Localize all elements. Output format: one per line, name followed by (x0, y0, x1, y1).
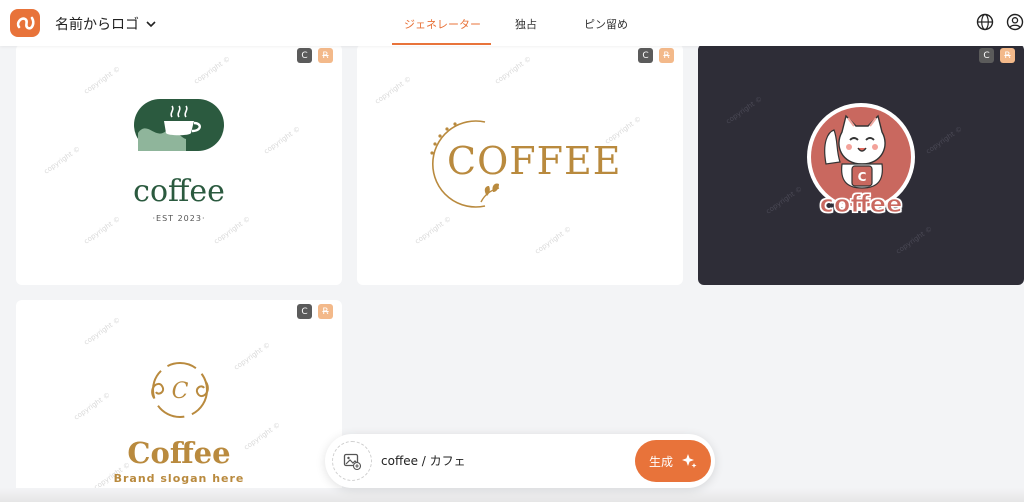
svg-text:copyright ©: copyright © (263, 125, 302, 156)
cat-cup-letter: C (858, 170, 867, 184)
logo-card-4[interactable]: copyright © copyright © copyright © copy… (16, 300, 342, 502)
sparkle-icon (682, 454, 697, 468)
badge-r[interactable]: R (318, 304, 333, 319)
image-upload-button[interactable] (332, 441, 372, 481)
svg-text:copyright ©: copyright © (925, 125, 964, 156)
logo-word: COFFEE (447, 139, 622, 183)
badge-c[interactable]: C (297, 48, 312, 63)
logo-word: coffee (819, 190, 903, 219)
account-icon[interactable] (1006, 13, 1024, 31)
svg-text:copyright ©: copyright © (725, 95, 764, 126)
logo-subtext: ·EST 2023· (152, 214, 206, 223)
svg-text:copyright ©: copyright © (895, 225, 934, 256)
logo-slogan: Brand slogan here (113, 472, 245, 485)
swirl-emblem-icon: C (151, 362, 209, 418)
prompt-bar: 生成 (325, 434, 715, 488)
svg-text:copyright ©: copyright © (73, 391, 112, 422)
swirl-letter: C (172, 379, 189, 404)
logo-word: coffee (133, 174, 225, 209)
coffee-cup-emblem-icon (134, 99, 224, 151)
globe-icon[interactable] (976, 13, 994, 31)
generate-label: 生成 (648, 454, 673, 469)
svg-text:copyright ©: copyright © (414, 215, 453, 246)
badge-c[interactable]: C (297, 304, 312, 319)
tab-generator[interactable]: ジェネレーター (404, 16, 481, 32)
badge-c[interactable]: C (979, 48, 994, 63)
svg-text:copyright ©: copyright © (494, 55, 533, 86)
logo-card-2[interactable]: copyright © copyright © copyright © copy… (357, 44, 683, 285)
badge-r[interactable]: R (318, 48, 333, 63)
bottom-fade (0, 488, 1024, 502)
svg-text:copyright ©: copyright © (83, 316, 122, 347)
prompt-input[interactable] (381, 453, 621, 467)
svg-text:copyright ©: copyright © (193, 55, 232, 86)
active-tab-indicator (392, 43, 491, 45)
image-add-icon (343, 453, 361, 470)
badge-r[interactable]: R (659, 48, 674, 63)
tab-pinned[interactable]: ピン留め (584, 16, 628, 32)
watermark-pattern: copyright © copyright © copyright © copy… (43, 55, 302, 246)
logo-word: Coffee (127, 436, 231, 470)
top-bar: 名前からロゴ ジェネレーター 独占 ピン留め (0, 0, 1024, 46)
chevron-down-icon (146, 21, 156, 28)
badge-c[interactable]: C (638, 48, 653, 63)
badge-r[interactable]: R (1000, 48, 1015, 63)
svg-text:copyright ©: copyright © (233, 341, 272, 372)
brand-menu[interactable]: 名前からロゴ (55, 14, 157, 34)
brand-label: 名前からロゴ (55, 17, 139, 33)
svg-text:copyright ©: copyright © (374, 75, 413, 106)
logo-card-3[interactable]: copyright © copyright © copyright © copy… (698, 44, 1024, 285)
svg-text:copyright ©: copyright © (534, 225, 573, 256)
app-logo-icon[interactable] (10, 9, 40, 37)
svg-text:copyright ©: copyright © (83, 65, 122, 96)
tab-exclusive[interactable]: 独占 (515, 16, 537, 32)
logo-card-1[interactable]: copyright © copyright © copyright © copy… (16, 44, 342, 285)
svg-text:copyright ©: copyright © (43, 145, 82, 176)
generate-button[interactable]: 生成 (635, 440, 711, 482)
